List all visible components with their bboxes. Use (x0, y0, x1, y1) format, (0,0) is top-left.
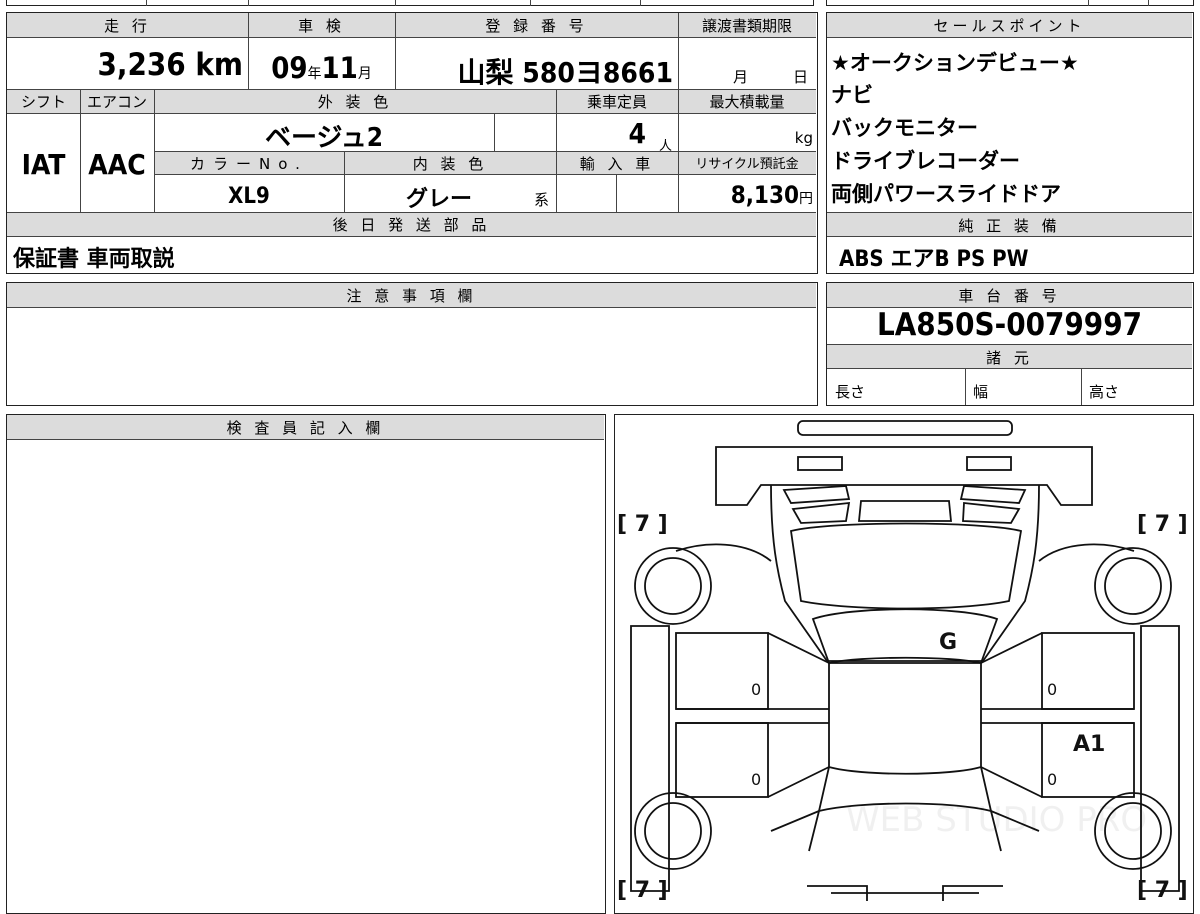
ac-value: AAC (88, 148, 146, 181)
registration-label: 登 録 番 号 (485, 17, 588, 35)
zero-mark-1: 0 (751, 680, 761, 699)
transfer-month-unit: 月 (733, 68, 749, 86)
shift-value: IAT (21, 148, 66, 181)
sales-points-label: セールスポイント (827, 13, 1192, 38)
sales-point-4: ドライブレコーダー (831, 149, 1020, 173)
later-parts-label: 後 日 発 送 部 品 (332, 216, 491, 234)
watermark: WEB STUDIO PRO (846, 800, 1147, 840)
transfer-label: 譲渡書類期限 (701, 17, 792, 35)
tire-mark-front-left: [ 7 ] (617, 512, 668, 537)
transfer-day-unit: 日 (793, 68, 809, 86)
interior-value: グレー (405, 187, 472, 212)
sales-point-2: ナビ (831, 83, 873, 107)
top-partial-right (826, 0, 1194, 6)
import-label: 輸 入 車 (579, 155, 655, 173)
later-parts-value: 保証書 車両取説 (13, 247, 175, 272)
zero-mark-3: 0 (751, 770, 761, 789)
capacity-value: 4 (628, 117, 646, 150)
registration-value: 山梨 580ヨ8661 (457, 56, 673, 89)
tire-mark-front-right: [ 7 ] (1137, 512, 1188, 537)
spec-length-label: 長さ (835, 383, 866, 401)
equipment-value: ABS エアB PS PW (839, 247, 1029, 272)
chassis-label: 車 台 番 号 (827, 283, 1192, 308)
interior-label: 内 装 色 (412, 155, 488, 173)
spec-width-label: 幅 (973, 383, 989, 401)
sales-point-1: ★オークションデビュー★ (831, 51, 1079, 75)
tire-mark-rear-right: [ 7 ] (1137, 878, 1188, 903)
specs-label: 諸 元 (827, 344, 1192, 369)
chassis-number: LA850S-0079997 (876, 307, 1143, 343)
mileage-value: 3,236 km (97, 47, 243, 83)
mileage-label: 走 行 (104, 17, 151, 35)
sales-point-5: 両側パワースライドドア (831, 182, 1061, 206)
zero-mark-2: 0 (1047, 680, 1057, 699)
inspector-label: 検 査 員 記 入 欄 (7, 415, 604, 440)
recycle-value: 8,130円 (730, 181, 813, 209)
spec-height-label: 高さ (1089, 383, 1120, 401)
max-load-label: 最大積載量 (709, 93, 785, 111)
tire-mark-rear-left: [ 7 ] (617, 878, 668, 903)
inspector-box: 検 査 員 記 入 欄 (6, 414, 606, 914)
chassis-box: 車 台 番 号 LA850S-0079997 諸 元 長さ 幅 高さ (826, 282, 1194, 406)
sales-points-box: セールスポイント ★オークションデビュー★ ナビ バックモニター ドライブレコー… (826, 12, 1194, 274)
top-partial-row (6, 0, 814, 6)
exterior-label: 外 装 色 (317, 93, 393, 111)
mark-a1: A1 (1073, 732, 1105, 757)
equipment-label: 純 正 装 備 (827, 212, 1192, 237)
recycle-label: リサイクル預託金 (695, 157, 799, 172)
car-diagram-box: [ 7 ] [ 7 ] [ 7 ] [ 7 ] G A1 0 0 0 0 WEB… (614, 414, 1194, 914)
car-diagram: [ 7 ] [ 7 ] [ 7 ] [ 7 ] G A1 0 0 0 0 WEB… (617, 420, 1188, 903)
vehicle-info-grid: 走 行 車 検 登 録 番 号 譲渡書類期限 3,236 km 09年11月 山… (6, 12, 818, 274)
notes-label: 注 意 事 項 欄 (7, 283, 816, 308)
inspection-label: 車 検 (298, 17, 345, 35)
max-load-unit: kg (794, 129, 813, 147)
ac-label: エアコン (86, 93, 147, 111)
zero-mark-4: 0 (1047, 770, 1057, 789)
interior-suffix: 系 (534, 191, 550, 209)
color-no-label: カラーNo. (190, 155, 308, 173)
color-no-value: XL9 (228, 184, 270, 209)
capacity-label: 乗車定員 (586, 93, 647, 111)
inspection-value: 09年11月 (271, 51, 372, 85)
notes-box: 注 意 事 項 欄 (6, 282, 818, 406)
mark-g: G (939, 630, 957, 655)
sales-point-3: バックモニター (831, 116, 978, 140)
exterior-value: ベージュ2 (265, 123, 383, 153)
shift-label: シフト (20, 93, 66, 111)
